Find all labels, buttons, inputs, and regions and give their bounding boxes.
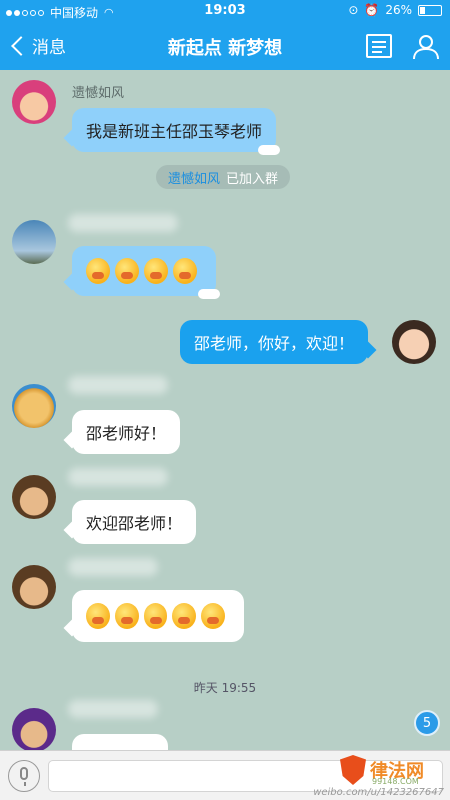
join-text: 已加入群 [226,171,279,187]
avatar[interactable] [12,708,56,752]
system-notice: 遗憾如风 已加入群 [156,165,291,189]
own-message-bubble[interactable]: 邵老师，你好，欢迎！ [180,320,377,364]
logo-subtext: 99148.COM [372,777,419,786]
nav-bar: 消息 新起点 新梦想 [0,22,450,70]
message-text: 邵老师好！ [86,424,167,443]
group-notice-icon[interactable] [366,34,392,58]
emoji-icon [115,258,139,284]
chat-area[interactable]: 遗憾如风 我是新班主任邵玉琴老师 遗憾如风 已加入群 邵老师，你好，欢迎！ 邵老… [0,70,450,764]
shield-icon [340,755,366,785]
emoji-message[interactable] [63,590,244,642]
battery-percent: 26% [385,3,412,17]
blurred-sender-name [68,558,158,576]
voice-input-button[interactable] [8,760,40,792]
message-bubble[interactable]: 我是新班主任邵玉琴老师 [63,108,281,155]
group-members-icon[interactable] [412,34,439,60]
message-bubble[interactable]: 邵老师好！ [63,410,181,454]
emoji-icon [172,603,197,629]
microphone-icon [20,767,28,780]
emoji-icon [86,258,110,284]
emoji-message[interactable] [63,246,220,299]
avatar[interactable] [12,565,56,609]
watermark-text: weibo.com/u/1423267647 [313,787,444,798]
battery-icon [418,4,442,16]
emoji-icon [144,258,168,284]
site-logo: 律法网 99148.COM [340,755,424,786]
own-avatar[interactable] [392,320,436,364]
avatar[interactable] [12,80,56,124]
rotation-lock-icon: ⊙ [348,3,359,17]
avatar[interactable] [12,475,56,519]
avatar[interactable] [12,384,56,428]
emoji-icon [86,603,110,629]
unread-count-badge[interactable]: 5 [414,710,440,736]
blurred-sender-name [68,700,158,718]
message-text: 邵老师，你好，欢迎！ [194,334,355,353]
time-divider: 昨天 19:55 [193,681,257,695]
blurred-sender-name [68,468,168,486]
emoji-icon [143,603,168,629]
blurred-sender-name [68,376,168,394]
message-text: 欢迎邵老师！ [86,514,183,533]
emoji-icon [173,258,197,284]
emoji-icon [114,603,139,629]
alarm-icon: ⏰ [364,3,380,17]
emoji-icon [201,603,225,629]
status-bar: 中国移动 ◠ 19:03 ⊙ ⏰ 26% [0,0,450,22]
blurred-sender-name [68,214,178,232]
joined-user[interactable]: 遗憾如风 [168,168,220,187]
message-bubble[interactable]: 欢迎邵老师！ [63,500,197,544]
sender-name: 遗憾如风 [72,86,125,101]
message-text: 我是新班主任邵玉琴老师 [86,122,263,141]
avatar[interactable] [12,220,56,264]
